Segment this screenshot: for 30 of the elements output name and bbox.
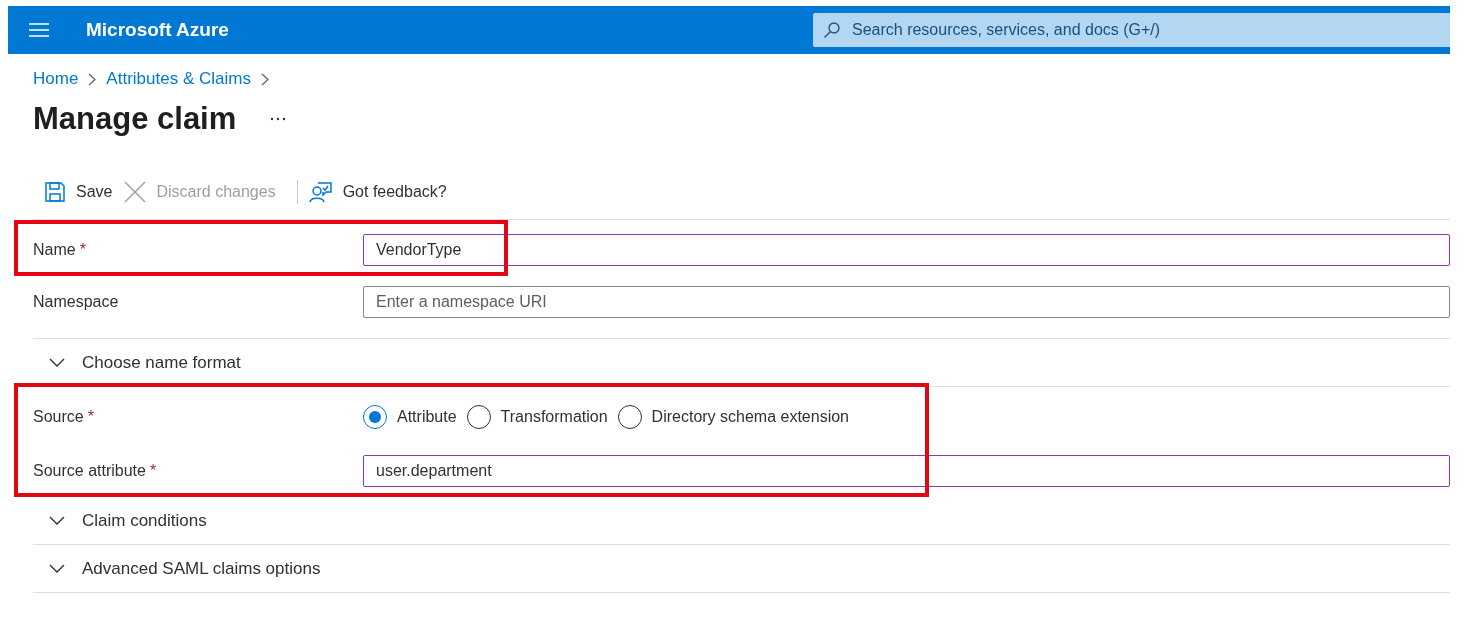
radio-option[interactable]: Directory schema extension xyxy=(617,405,849,429)
field-label: Namespace xyxy=(33,293,119,310)
more-options-icon[interactable] xyxy=(270,117,287,121)
text-field[interactable]: VendorType xyxy=(363,234,1450,266)
app-title: Microsoft Azure xyxy=(86,17,229,42)
menu-icon[interactable] xyxy=(29,23,49,37)
person-speech-icon xyxy=(308,181,333,203)
page-title: Manage claim xyxy=(33,99,237,138)
required-asterisk: * xyxy=(149,462,157,479)
toolbar-button[interactable]: Save xyxy=(43,180,114,204)
text-field[interactable]: Enter a namespace URI xyxy=(363,286,1450,318)
field-label: Source xyxy=(33,408,84,425)
breadcrumb-link[interactable]: Attributes & Claims xyxy=(106,66,251,92)
collapsible-section[interactable]: Advanced SAML claims options xyxy=(33,545,1450,593)
search-icon xyxy=(823,21,841,39)
collapsible-section[interactable]: Claim conditions xyxy=(33,497,1450,545)
chevron-right-icon xyxy=(88,72,97,86)
required-asterisk: * xyxy=(87,408,94,425)
collapsible-section[interactable]: Choose name format xyxy=(33,339,1450,387)
field-label: Source attribute xyxy=(33,462,146,479)
search-field[interactable]: Search resources, services, and docs (G+/) xyxy=(813,13,1450,47)
close-icon xyxy=(124,181,147,203)
breadcrumb-link[interactable]: Home xyxy=(33,66,79,92)
radio-option[interactable]: Attribute xyxy=(363,405,457,429)
toolbar-button[interactable]: Got feedback? xyxy=(307,180,448,204)
required-asterisk: * xyxy=(79,241,86,258)
text-field[interactable]: user.department xyxy=(363,455,1450,487)
chevron-right-icon xyxy=(260,72,269,86)
field-label: Name xyxy=(33,241,76,258)
radio-option[interactable]: Transformation xyxy=(466,405,608,429)
